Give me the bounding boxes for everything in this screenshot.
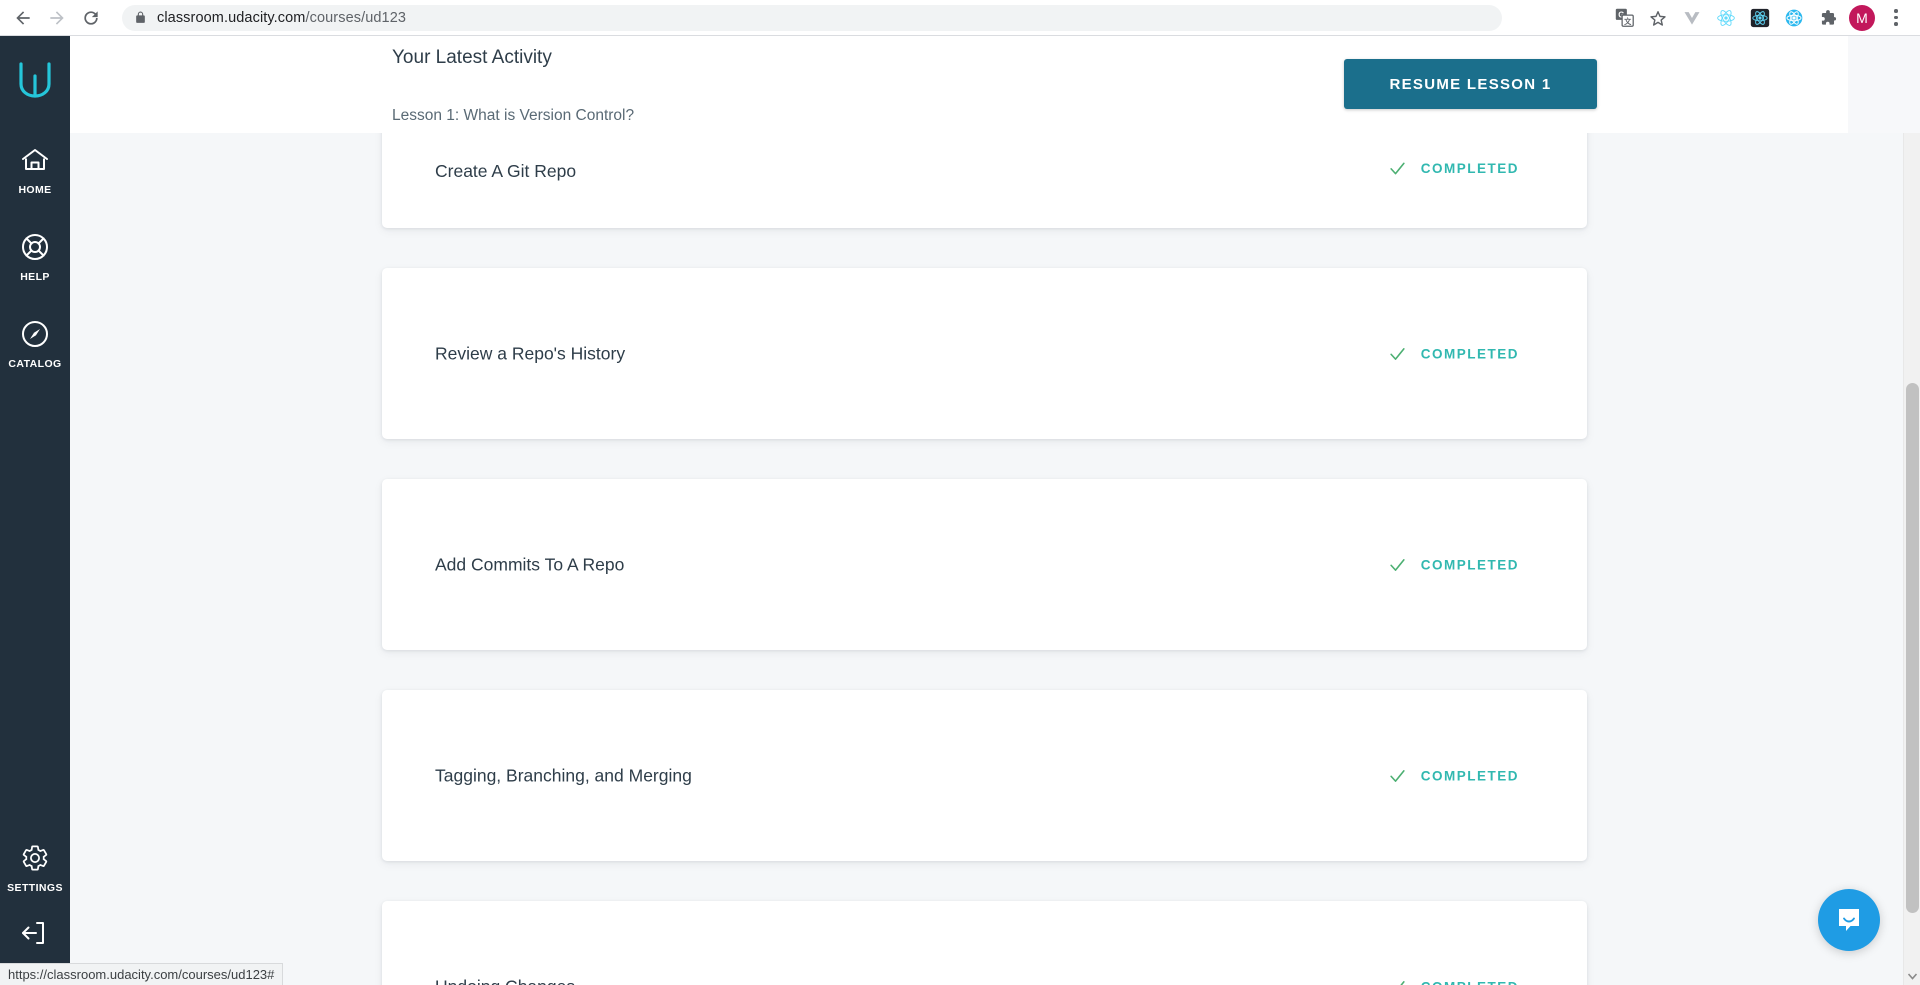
- reload-icon: [84, 10, 98, 25]
- address-bar[interactable]: classroom.udacity.com/courses/ud123: [122, 4, 1502, 31]
- check-icon: [1390, 162, 1405, 175]
- chevron-down-icon: [1908, 973, 1917, 980]
- sidebar-item-label-home: HOME: [18, 184, 52, 196]
- lesson-title: Undoing Changes: [435, 976, 575, 985]
- settings-gear-icon: [21, 841, 49, 875]
- reload-button[interactable]: [74, 1, 108, 35]
- status-label: COMPLETED: [1420, 161, 1519, 176]
- lesson-card[interactable]: Add Commits To A Repo COMPLETED: [382, 479, 1587, 650]
- vue-devtools-icon[interactable]: [1676, 2, 1708, 34]
- sidebar-item-logout[interactable]: [20, 920, 50, 951]
- profile-avatar[interactable]: M: [1846, 2, 1878, 34]
- browser-extension-icons: G 文 M: [1608, 2, 1920, 34]
- status-badge: COMPLETED: [1388, 344, 1519, 363]
- lesson-card[interactable]: Review a Repo's History COMPLETED: [382, 268, 1587, 439]
- address-bar-url: classroom.udacity.com/courses/ud123: [157, 10, 406, 26]
- url-domain: classroom.udacity.com: [157, 9, 306, 26]
- udacity-sidebar: HOME HELP CATALOG SETTINGS: [0, 36, 70, 985]
- status-badge: COMPLETED: [1388, 766, 1519, 785]
- browser-status-bar: https://classroom.udacity.com/courses/ud…: [0, 963, 284, 985]
- intercom-chat-launcher[interactable]: [1818, 889, 1880, 951]
- status-badge: COMPLETED: [1388, 977, 1519, 985]
- sidebar-item-home[interactable]: HOME: [0, 143, 70, 196]
- lesson-title: Tagging, Branching, and Merging: [435, 765, 692, 785]
- status-badge: COMPLETED: [1388, 555, 1519, 574]
- check-icon: [1399, 980, 1405, 985]
- activity-header: Your Latest Activity Lesson 1: What is V…: [70, 36, 1848, 133]
- sidebar-item-help[interactable]: HELP: [0, 230, 70, 283]
- status-label: COMPLETED: [1420, 557, 1519, 572]
- kebab-dots: [1894, 9, 1898, 26]
- resume-lesson-button[interactable]: RESUME LESSON 1: [1344, 59, 1597, 109]
- url-path: /courses/ud123: [305, 9, 407, 26]
- react-devtools-light-icon[interactable]: [1710, 2, 1742, 34]
- lesson-card[interactable]: Undoing Changes COMPLETED: [382, 901, 1587, 985]
- help-lifering-icon: [21, 230, 49, 264]
- lesson-card[interactable]: Tagging, Branching, and Merging COMPLETE…: [382, 690, 1587, 861]
- sidebar-item-catalog[interactable]: CATALOG: [0, 317, 70, 370]
- page-scrollbar[interactable]: [1903, 133, 1920, 985]
- svg-text:文: 文: [1624, 17, 1632, 26]
- catalog-compass-icon: [21, 317, 49, 351]
- chat-bubble-icon: [1839, 909, 1859, 931]
- lock-icon: [134, 11, 147, 24]
- home-icon: [21, 143, 49, 177]
- scrollbar-down-arrow[interactable]: [1904, 968, 1920, 985]
- sidebar-item-label-help: HELP: [20, 271, 50, 283]
- bookmark-star-icon[interactable]: [1642, 2, 1674, 34]
- status-badge: COMPLETED: [1388, 159, 1519, 178]
- react-devtools-dark-icon[interactable]: [1744, 2, 1776, 34]
- lesson-title: Create A Git Repo: [435, 161, 577, 181]
- status-bar-url: https://classroom.udacity.com/courses/ud…: [8, 967, 275, 982]
- browser-toolbar: classroom.udacity.com/courses/ud123 G 文: [0, 0, 1920, 36]
- lesson-list-scroll-area: Create A Git Repo COMPLETED Review a Rep…: [70, 95, 1920, 985]
- sidebar-item-settings[interactable]: SETTINGS: [0, 841, 70, 894]
- status-label: COMPLETED: [1420, 346, 1519, 361]
- status-label: COMPLETED: [1420, 768, 1519, 783]
- udacity-logo[interactable]: [17, 60, 53, 105]
- sidebar-item-label-settings: SETTINGS: [7, 882, 63, 894]
- navigation-buttons: [0, 1, 108, 35]
- check-icon: [1390, 347, 1405, 360]
- extensions-puzzle-icon[interactable]: [1812, 2, 1844, 34]
- back-button[interactable]: [6, 1, 40, 35]
- status-label: COMPLETED: [1421, 979, 1519, 985]
- react-atom-icon[interactable]: [1778, 2, 1810, 34]
- page-viewport: HOME HELP CATALOG SETTINGS Your Latest A…: [0, 36, 1920, 985]
- forward-button[interactable]: [40, 1, 74, 35]
- check-icon: [1390, 558, 1405, 571]
- avatar-initial: M: [1849, 4, 1875, 31]
- logout-icon: [20, 920, 50, 951]
- scrollbar-thumb[interactable]: [1906, 383, 1919, 913]
- check-icon: [1390, 769, 1405, 782]
- lesson-title: Add Commits To A Repo: [435, 554, 625, 574]
- forward-arrow-icon: [50, 10, 64, 25]
- google-translate-icon[interactable]: G 文: [1608, 2, 1640, 34]
- sidebar-item-label-catalog: CATALOG: [8, 358, 62, 370]
- back-arrow-icon: [16, 10, 30, 25]
- lesson-subtitle: Lesson 1: What is Version Control?: [392, 107, 635, 124]
- page-title: Your Latest Activity: [392, 47, 552, 68]
- lesson-card-list: Create A Git Repo COMPLETED Review a Rep…: [382, 95, 1587, 985]
- chrome-menu-kebab-icon[interactable]: [1880, 2, 1912, 34]
- main-content: Your Latest Activity Lesson 1: What is V…: [70, 36, 1920, 985]
- lesson-title: Review a Repo's History: [435, 343, 626, 363]
